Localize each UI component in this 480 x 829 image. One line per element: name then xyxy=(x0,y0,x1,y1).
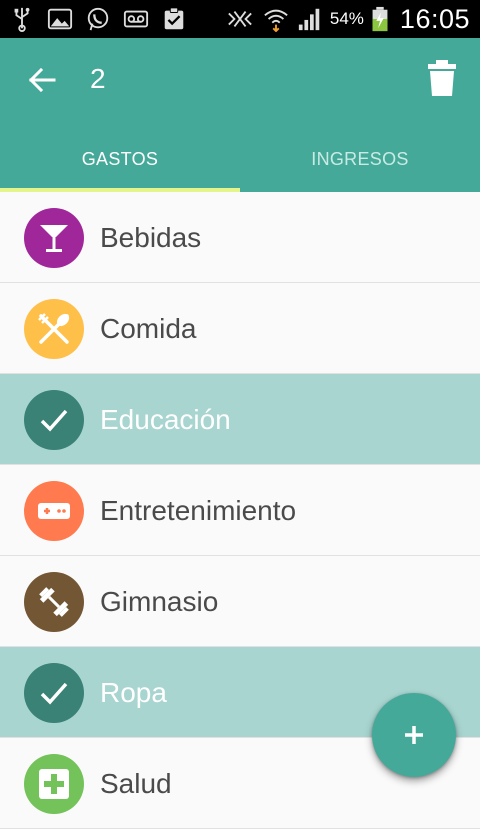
category-label: Ropa xyxy=(100,677,167,708)
fork-spoon-icon xyxy=(38,313,70,344)
category-label: Entretenimiento xyxy=(100,495,297,526)
signal-icon xyxy=(298,8,320,31)
gamepad-icon xyxy=(38,503,70,519)
plus-icon xyxy=(405,726,423,744)
image-icon xyxy=(47,8,73,30)
list-item-educacion[interactable]: Educación xyxy=(0,374,480,465)
list-item-bebidas[interactable]: Bebidas xyxy=(0,192,480,283)
cocktail-icon xyxy=(40,225,68,252)
category-icon xyxy=(24,663,84,723)
dumbbell-icon xyxy=(39,587,69,617)
category-label: Educación xyxy=(100,404,231,435)
arrow-back-icon[interactable] xyxy=(24,62,60,98)
category-label: Comida xyxy=(100,313,197,344)
nfc-muted-icon xyxy=(228,11,252,27)
clock: 16:05 xyxy=(399,3,470,34)
tab-label: GASTOS xyxy=(81,149,159,169)
tab-ingresos[interactable]: INGRESOS xyxy=(240,134,480,192)
category-icon xyxy=(24,390,84,450)
trash-icon[interactable] xyxy=(426,58,458,98)
battery-charging-icon xyxy=(372,6,388,32)
status-bar: 54% 16:05 xyxy=(0,0,480,38)
category-icon xyxy=(24,572,84,632)
category-icon xyxy=(24,299,84,359)
status-bar-notifications xyxy=(8,5,188,33)
category-icon xyxy=(24,208,84,268)
category-icon xyxy=(24,481,84,541)
status-bar-system: 54% 16:05 xyxy=(224,3,470,35)
wifi-icon xyxy=(264,9,288,32)
tab-label: INGRESOS xyxy=(311,149,409,169)
whatsapp-icon xyxy=(87,7,109,31)
clipboard-check-icon xyxy=(164,7,184,30)
app-bar: 2 GASTOS INGRESOS xyxy=(0,38,480,192)
battery-percent: 54% xyxy=(329,9,364,28)
tab-bar: GASTOS INGRESOS xyxy=(0,134,480,192)
voicemail-icon xyxy=(123,10,149,28)
category-label: Salud xyxy=(100,768,172,799)
check-icon xyxy=(40,682,68,705)
list-item-comida[interactable]: Comida xyxy=(0,283,480,374)
usb-icon xyxy=(14,7,30,32)
page-title: 2 xyxy=(90,63,106,94)
list-item-gimnasio[interactable]: Gimnasio xyxy=(0,556,480,647)
list-item-entretenimiento[interactable]: Entretenimiento xyxy=(0,465,480,556)
health-cross-icon xyxy=(39,769,69,799)
category-label: Gimnasio xyxy=(100,586,219,617)
tab-gastos[interactable]: GASTOS xyxy=(0,134,240,192)
category-icon xyxy=(24,754,84,814)
category-label: Bebidas xyxy=(100,222,202,253)
add-category-button[interactable] xyxy=(372,693,456,777)
check-icon xyxy=(40,409,68,432)
